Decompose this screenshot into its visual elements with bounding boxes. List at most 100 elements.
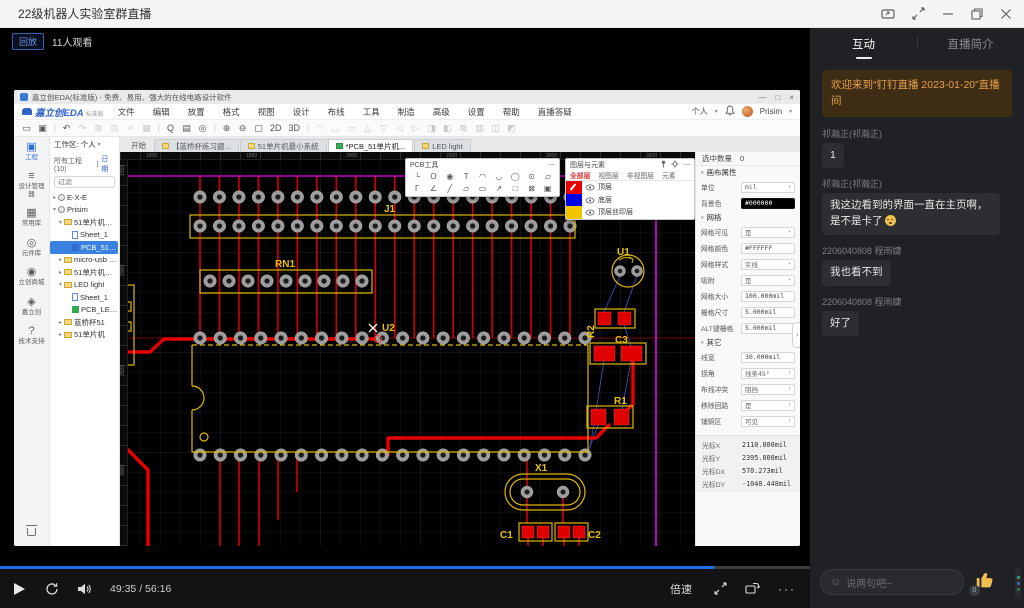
fullscreen-icon[interactable] [912, 7, 925, 20]
bell-icon[interactable] [725, 105, 735, 118]
emoji-icon[interactable]: ☺ [830, 577, 841, 588]
tree-caret[interactable]: ▾ [57, 281, 64, 288]
menu-item[interactable]: 文件 [118, 106, 135, 118]
property-value[interactable]: 实线 [741, 259, 795, 270]
menu-item[interactable]: 设置 [468, 106, 485, 118]
tree-item[interactable]: PCB_51单片… [50, 241, 118, 254]
tree-caret[interactable]: ▸ [57, 319, 64, 326]
property-value[interactable]: 线条45° [741, 368, 795, 379]
toolbar-icon[interactable]: ▱ [347, 124, 356, 133]
property-group-header[interactable]: 画布属性 [696, 166, 800, 179]
property-value[interactable]: 5.000mil [741, 323, 795, 334]
mini-player-icon[interactable] [881, 8, 895, 20]
property-value[interactable]: 是 [741, 227, 795, 238]
document-tab[interactable]: 51单片机最小系统 [240, 139, 327, 152]
menu-item[interactable]: 布线 [328, 106, 345, 118]
toolbar-icon[interactable]: × [126, 124, 135, 133]
pcb-tool-icon[interactable]: ▣ [540, 183, 556, 193]
toolbar-icon[interactable]: ◡ [331, 124, 340, 133]
rail-item[interactable]: ▦ 常用库 [14, 208, 49, 227]
rail-item[interactable]: ▣ 工程 [14, 142, 49, 161]
layers-tab[interactable]: 元素 [658, 170, 680, 180]
property-value[interactable]: 5.000mil [741, 307, 795, 318]
workspace-header[interactable]: 工作区: 个人▾ [50, 137, 120, 152]
toolbar-icon[interactable]: △ [363, 124, 372, 133]
document-tab[interactable]: *PCB_51单片机... [328, 139, 414, 152]
fullscreen-button[interactable] [714, 582, 727, 595]
tree-item[interactable]: ▸ E-X-E [50, 191, 119, 204]
tree-caret[interactable]: ▸ [57, 256, 64, 263]
pcb-tool-icon[interactable]: ⊠ [523, 183, 539, 193]
tree-caret[interactable]: ▾ [51, 206, 58, 213]
tree-item[interactable]: ▾ LED light [50, 279, 119, 292]
toolbar-icon[interactable]: ⊕ [222, 124, 231, 133]
layer-row[interactable]: 顶层丝印层 [566, 206, 694, 219]
playback-speed-button[interactable]: 倍速 [670, 581, 692, 597]
menu-item[interactable]: 工具 [363, 106, 380, 118]
menu-item[interactable]: 放置 [188, 106, 205, 118]
toolbar-icon[interactable]: ▤ [182, 124, 191, 133]
toolbar-icon[interactable]: ▽ [379, 124, 388, 133]
toolbar-icon[interactable]: ◎ [198, 124, 207, 133]
property-value[interactable]: #000000 [741, 198, 795, 209]
property-group-header[interactable]: 其它 [696, 336, 800, 349]
pcb-tool-icon[interactable]: ▭ [474, 183, 490, 193]
panel-collapse-handle[interactable]: › [792, 322, 800, 348]
like-button[interactable]: 0 [974, 569, 998, 595]
menu-item[interactable]: 视图 [258, 106, 275, 118]
tree-caret[interactable]: ▸ [57, 331, 64, 338]
tree-item[interactable]: ▸ 51单片机 [50, 329, 119, 342]
toolbar-icon[interactable]: ◠ [315, 124, 324, 133]
project-filter-input[interactable] [55, 179, 114, 186]
toolbar-icon[interactable]: ◨ [427, 124, 436, 133]
toolbar-icon[interactable]: ⊠ [459, 124, 468, 133]
rail-item[interactable]: ◈ 嘉立创 [14, 297, 49, 316]
property-value[interactable]: 100.000mil [741, 291, 795, 302]
chat-message-list[interactable]: 欢迎来到“钉钉直播 2023-01-20”直播间 祁瀚正(祁瀚正) 1 祁瀚正(… [810, 60, 1024, 562]
toolbar-icon[interactable] [307, 123, 308, 133]
eda-close-icon[interactable]: × [789, 93, 794, 102]
toolbar-icon[interactable]: ▷ [411, 124, 420, 133]
tab-interaction[interactable]: 互动 [810, 36, 917, 52]
restore-icon[interactable] [971, 8, 983, 20]
toolbar-icon[interactable]: ▦ [142, 124, 151, 133]
pcb-tool-icon[interactable]: ◡ [491, 171, 507, 181]
pcb-tool-icon[interactable]: ╱ [442, 183, 458, 193]
toolbar-icon[interactable]: ◩ [507, 124, 516, 133]
toolbar-icon[interactable]: Q [166, 124, 175, 133]
property-value[interactable]: #FFFFFF [741, 243, 795, 254]
pcb-tool-icon[interactable]: ⊙ [523, 171, 539, 181]
minimize-panel-icon[interactable]: — [548, 161, 555, 168]
pcb-tool-icon[interactable]: └ [409, 171, 425, 181]
pcb-tool-icon[interactable]: ↗ [491, 183, 507, 193]
rail-item[interactable]: ? 技术支持 [14, 326, 49, 345]
eye-icon[interactable] [585, 203, 595, 221]
user-avatar[interactable] [742, 106, 753, 117]
username[interactable]: Prisim [760, 107, 782, 116]
minimize-panel-icon[interactable]: — [683, 161, 690, 168]
all-projects-label[interactable]: 所有工程(10) [54, 156, 94, 173]
tree-item[interactable]: ▸ 51单片机最小… [50, 266, 119, 279]
pcb-tool-icon[interactable]: ▱ [540, 171, 556, 181]
tab-live-intro[interactable]: 直播简介 [917, 36, 1024, 52]
tree-item[interactable]: ▸ 蓝桥杯51 [50, 316, 119, 329]
tree-item[interactable]: Sheet_1 [50, 291, 119, 304]
toolbar-icon[interactable]: 3D [289, 124, 301, 133]
document-tab[interactable]: LED light [414, 139, 470, 152]
tree-caret[interactable]: ▾ [57, 219, 64, 226]
rail-item[interactable]: ◎ 元件库 [14, 238, 49, 257]
tree-item[interactable]: Sheet_1 [50, 229, 119, 242]
trash-icon[interactable] [27, 528, 36, 536]
toolbar-icon[interactable]: ◧ [443, 124, 452, 133]
volume-button[interactable] [77, 583, 92, 595]
play-button[interactable] [14, 583, 25, 595]
video-stage[interactable]: 回放 11人观看 嘉立创EDA(标准版) - 免费、易用、强大的在线电路设计软件… [0, 28, 810, 608]
toolbar-icon[interactable]: ▭ [22, 124, 31, 133]
menu-item[interactable]: 直播答疑 [538, 106, 572, 118]
eda-minimize-icon[interactable]: — [758, 93, 766, 102]
toolbar-icon[interactable]: ▣ [38, 124, 47, 133]
pcb-tool-icon[interactable]: ∠ [425, 183, 441, 193]
menu-item[interactable]: 设计 [293, 106, 310, 118]
property-value[interactable]: 阻挡 [741, 384, 795, 395]
layers-tab[interactable]: 非视图层 [623, 170, 658, 180]
